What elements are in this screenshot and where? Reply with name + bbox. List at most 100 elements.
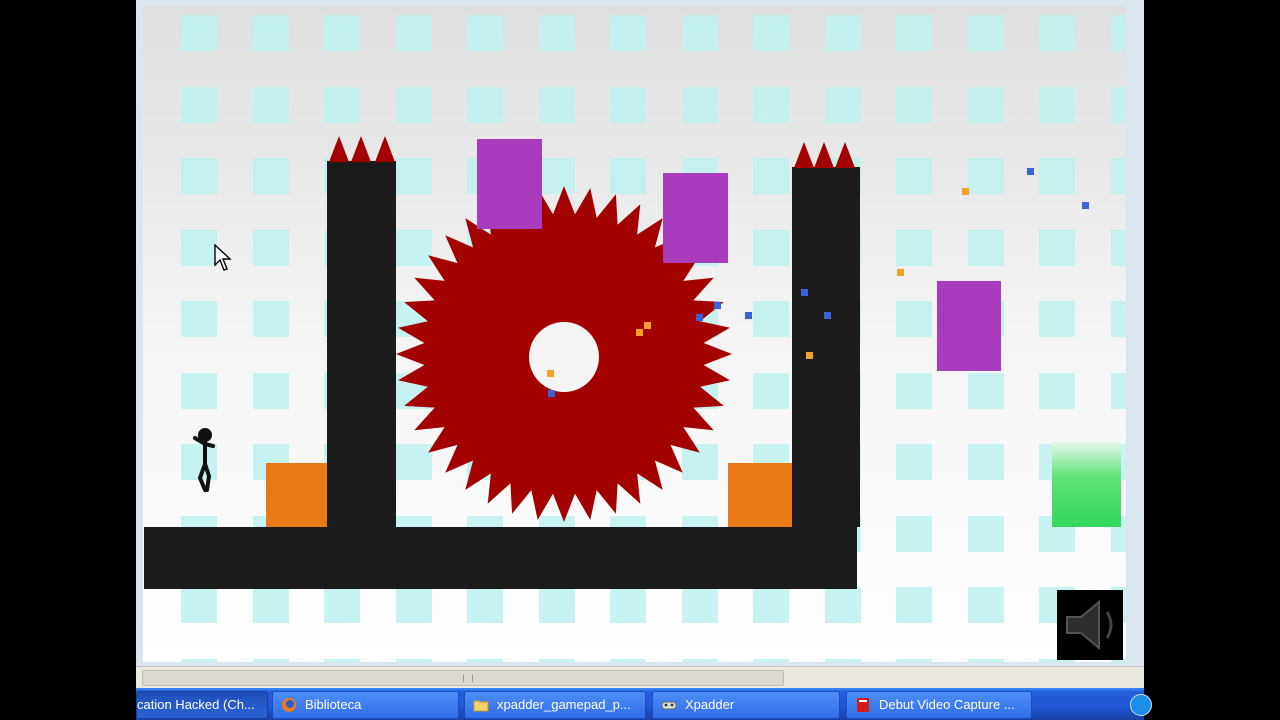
background-tile — [896, 444, 932, 480]
background-tile — [681, 15, 718, 51]
gamepad-icon — [661, 701, 677, 710]
particle — [1082, 202, 1089, 209]
background-tile — [753, 658, 789, 662]
arrow-cursor-icon — [214, 244, 232, 271]
background-tile — [824, 587, 861, 623]
background-tile — [252, 15, 289, 51]
moving-block — [663, 173, 728, 263]
spike — [351, 136, 371, 162]
taskbar: cation Hacked (Ch... Biblioteca xpadder_… — [136, 688, 1152, 720]
background-tile — [181, 301, 217, 337]
right-pillar — [792, 167, 860, 527]
background-tile — [252, 372, 289, 409]
firefox-icon — [282, 698, 296, 712]
particle — [548, 390, 555, 397]
background-tile — [467, 587, 503, 623]
background-tile — [896, 658, 932, 662]
background-tile — [1039, 372, 1075, 409]
background-tile — [967, 515, 1004, 552]
background-tile — [681, 658, 718, 662]
horizontal-scrollbar[interactable] — [136, 666, 1144, 689]
particle — [801, 289, 808, 296]
background-tile — [753, 229, 789, 266]
debut-icon — [857, 698, 869, 712]
speaker-icon — [1066, 599, 1113, 651]
task-label: Biblioteca — [305, 697, 362, 712]
background-tile — [681, 86, 718, 123]
background-tile — [252, 301, 289, 337]
background-tile — [324, 15, 360, 51]
background-tile — [753, 587, 789, 623]
task-label: xpadder_gamepad_p... — [497, 697, 631, 712]
background-tile — [538, 86, 575, 123]
background-tile — [181, 658, 217, 662]
background-tile — [1039, 15, 1075, 51]
exit-block — [1052, 442, 1121, 527]
particle — [547, 370, 554, 377]
task-label: Debut Video Capture ... — [879, 697, 1015, 712]
saw-hub-hole — [529, 322, 599, 392]
background-tile — [324, 658, 360, 662]
background-tile — [967, 15, 1004, 51]
task-button-flash-game[interactable]: cation Hacked (Ch... — [136, 691, 268, 719]
background-tile — [538, 15, 575, 51]
background-tile — [1110, 229, 1126, 266]
particle — [644, 322, 651, 329]
background-tile — [896, 301, 932, 337]
spike — [329, 136, 349, 162]
background-tile — [252, 587, 289, 623]
background-tile — [395, 658, 432, 662]
game-canvas[interactable] — [143, 6, 1126, 662]
spike — [814, 142, 834, 168]
background-tile — [610, 15, 646, 51]
background-tile — [1110, 158, 1126, 194]
background-tile — [252, 229, 289, 266]
particle — [696, 314, 703, 321]
background-tile — [181, 86, 217, 123]
background-tile — [1039, 86, 1075, 123]
task-button-folder[interactable]: xpadder_gamepad_p... — [464, 691, 646, 719]
moving-block — [937, 281, 1001, 371]
background-tile — [824, 658, 861, 662]
background-tile — [1039, 158, 1075, 194]
sound-toggle[interactable] — [1057, 590, 1123, 660]
background-tile — [967, 372, 1004, 409]
background-tile — [753, 301, 789, 337]
background-tile — [395, 86, 432, 123]
tray-icon[interactable] — [1130, 694, 1152, 716]
background-tile — [753, 372, 789, 409]
grip-icon — [463, 674, 473, 682]
background-tile — [896, 229, 932, 266]
background-tile — [252, 158, 289, 194]
background-tile — [967, 658, 1004, 662]
spike — [794, 142, 814, 168]
background-tile — [395, 15, 432, 51]
task-button-biblioteca[interactable]: Biblioteca — [272, 691, 459, 719]
background-tile — [967, 444, 1004, 480]
particle — [897, 269, 904, 276]
particle — [962, 188, 969, 195]
background-tile — [467, 15, 503, 51]
background-tile — [896, 372, 932, 409]
scroll-thumb[interactable] — [142, 670, 784, 686]
background-tile — [967, 86, 1004, 123]
left-crate — [266, 463, 327, 527]
background-tile — [324, 86, 360, 123]
background-tile — [181, 15, 217, 51]
task-button-debut[interactable]: Debut Video Capture ... — [846, 691, 1032, 719]
task-button-xpadder[interactable]: Xpadder — [652, 691, 840, 719]
particle — [745, 312, 752, 319]
task-label: cation Hacked (Ch... — [137, 697, 255, 712]
background-tile — [467, 658, 503, 662]
background-tile — [538, 658, 575, 662]
floor — [144, 527, 857, 589]
background-tile — [181, 229, 217, 266]
background-tile — [467, 86, 503, 123]
background-tile — [967, 587, 1004, 623]
particle — [636, 329, 643, 336]
background-tile — [1110, 301, 1126, 337]
background-tile — [896, 15, 932, 51]
background-tile — [824, 15, 861, 51]
background-tile — [610, 658, 646, 662]
background-tile — [681, 587, 718, 623]
